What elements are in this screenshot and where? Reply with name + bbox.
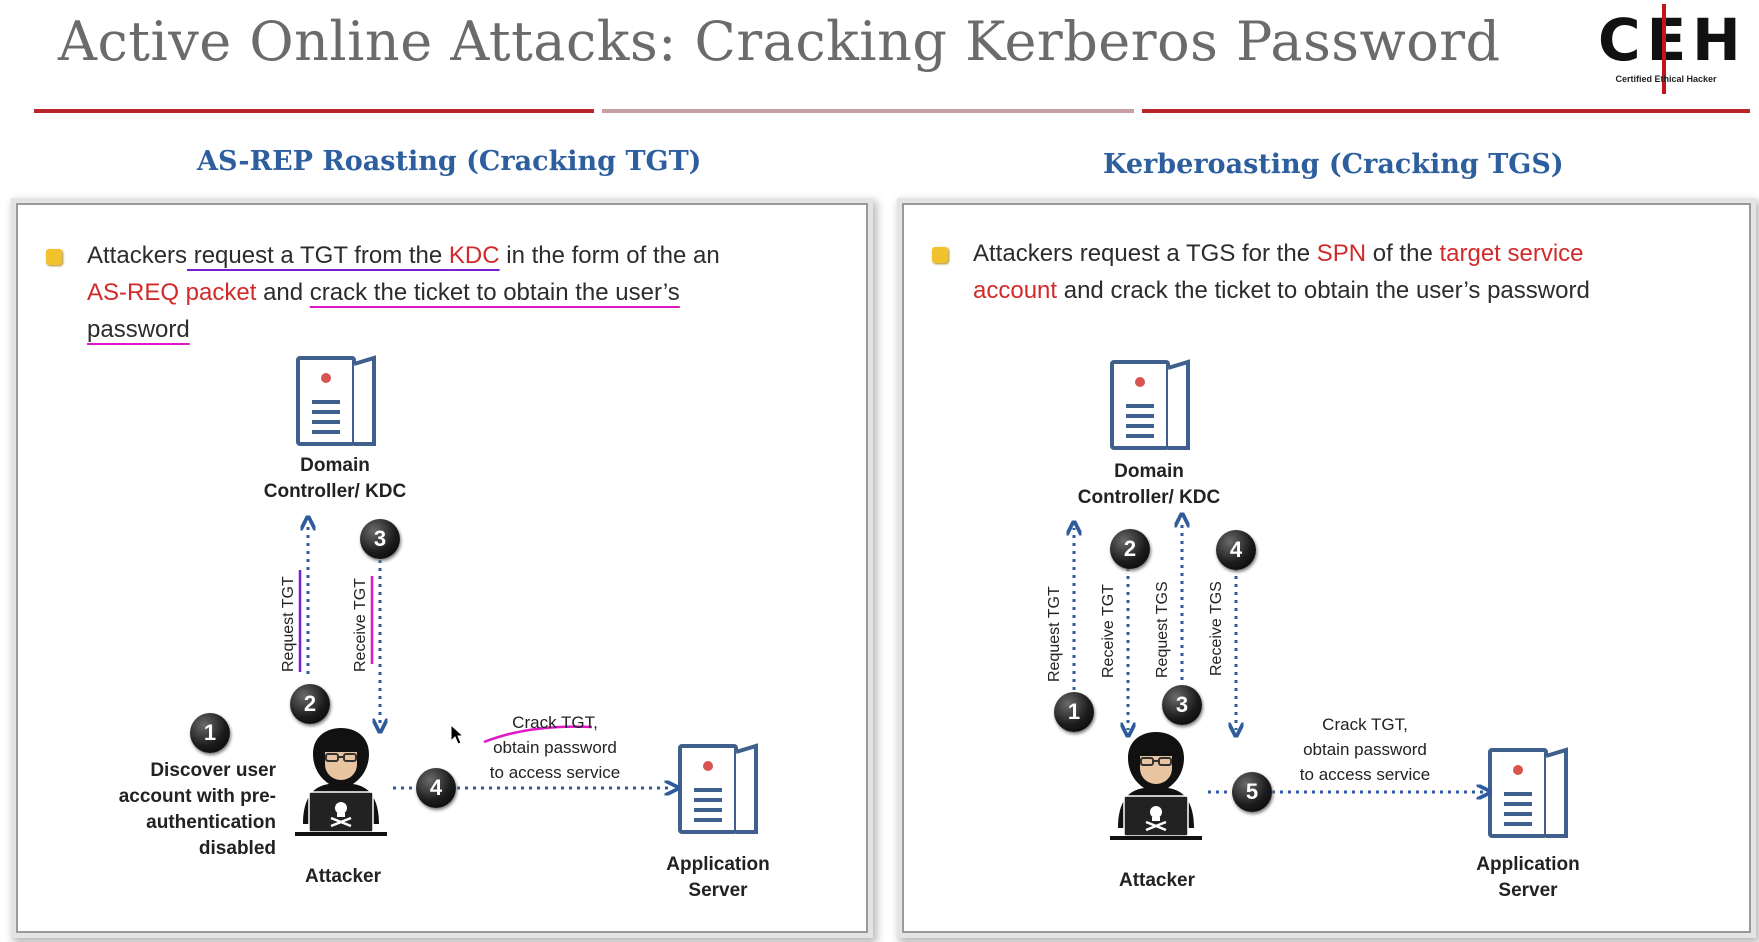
right-app-server-label: Application Server bbox=[1476, 854, 1580, 901]
right-application-server-icon bbox=[1488, 748, 1568, 838]
right-diagram bbox=[0, 360, 1568, 842]
right-request-tgs-label: Request TGS bbox=[1154, 581, 1171, 678]
right-step-4-badge: 4 bbox=[1216, 530, 1256, 570]
right-attacker-icon bbox=[1108, 730, 1204, 842]
right-request-tgt-label: Request TGT bbox=[1046, 586, 1063, 682]
right-step-1-badge: 1 bbox=[1054, 692, 1094, 732]
right-receive-tgs-label: Receive TGS bbox=[1208, 581, 1225, 676]
right-step-5-badge: 5 bbox=[1232, 772, 1272, 812]
right-crack-label: Crack TGT, obtain password to access servi… bbox=[1299, 715, 1431, 784]
right-domain-controller-icon bbox=[1110, 360, 1190, 450]
right-attacker-label: Attacker bbox=[1118, 870, 1196, 891]
right-step-2-badge: 2 bbox=[1110, 529, 1150, 569]
right-dc-label: Domain Controller/ KDC bbox=[1077, 461, 1221, 508]
right-receive-tgt-label: Receive TGT bbox=[1100, 584, 1117, 678]
right-step-3-badge: 3 bbox=[1162, 685, 1202, 725]
